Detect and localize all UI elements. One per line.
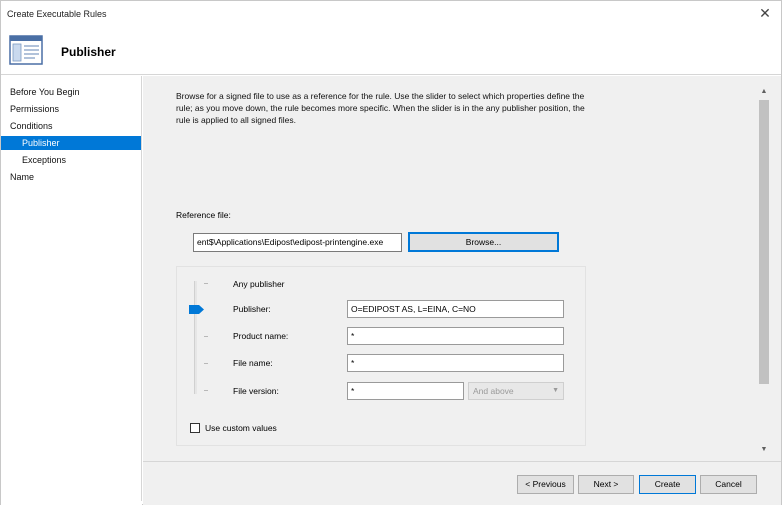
previous-button[interactable]: < Previous [517,475,574,494]
vertical-scrollbar[interactable]: ▲ ▼ [757,86,771,456]
use-custom-values-label[interactable]: Use custom values [205,423,277,433]
chevron-down-icon: ▼ [552,387,559,394]
sidebar-item-exceptions[interactable]: Exceptions [1,153,141,167]
next-button[interactable]: Next > [578,475,634,494]
reference-file-label: Reference file: [176,210,231,220]
file-name-field[interactable]: * [347,354,564,372]
version-comparison-select[interactable]: And above ▼ [468,382,564,400]
close-icon[interactable]: ✕ [757,5,773,21]
file-version-field[interactable]: * [347,382,464,400]
page-title: Publisher [61,45,116,59]
scroll-up-icon[interactable]: ▲ [757,86,771,98]
sidebar-item-before-you-begin[interactable]: Before You Begin [1,85,141,99]
rules-window-icon [9,35,43,65]
main-content: Browse for a signed file to use as a ref… [143,76,781,461]
file-name-label: File name: [233,358,273,368]
use-custom-values-checkbox[interactable] [190,423,200,433]
scroll-down-icon[interactable]: ▼ [757,444,771,456]
window-title: Create Executable Rules [7,9,107,19]
page-header: Publisher [1,27,781,75]
sidebar-item-conditions[interactable]: Conditions [1,119,141,133]
slider-tick [204,336,208,337]
slider-tick [204,363,208,364]
wizard-steps-sidebar: Before You Begin Permissions Conditions … [1,76,142,505]
wizard-footer: < Previous Next > Create Cancel [143,461,781,505]
sidebar-item-permissions[interactable]: Permissions [1,102,141,116]
sidebar-bottom-strip [1,501,142,505]
product-name-field[interactable]: * [347,327,564,345]
sidebar-item-name[interactable]: Name [1,170,141,184]
create-executable-rules-window: Create Executable Rules ✕ Publisher Befo… [0,0,782,505]
title-bar: Create Executable Rules ✕ [1,1,781,27]
publisher-field[interactable]: O=EDIPOST AS, L=EINA, C=NO [347,300,564,318]
cancel-button[interactable]: Cancel [700,475,757,494]
browse-button[interactable]: Browse... [408,232,559,252]
create-button[interactable]: Create [639,475,696,494]
version-comparison-value: And above [473,386,514,396]
file-version-label: File version: [233,386,279,396]
slider-tick [204,283,208,284]
publisher-slider-panel: Any publisher Publisher: O=EDIPOST AS, L… [176,266,586,446]
reference-file-input[interactable]: ent$\Applications\Edipost\edipost-printe… [193,233,402,252]
product-name-label: Product name: [233,331,289,341]
rule-description: Browse for a signed file to use as a ref… [176,91,585,125]
slider-track[interactable] [194,281,197,394]
sidebar-item-publisher[interactable]: Publisher [1,136,141,150]
scrollbar-thumb[interactable] [759,100,769,384]
any-publisher-label: Any publisher [233,279,285,289]
slider-tick [204,390,208,391]
slider-thumb[interactable] [189,305,204,314]
publisher-label: Publisher: [233,304,271,314]
